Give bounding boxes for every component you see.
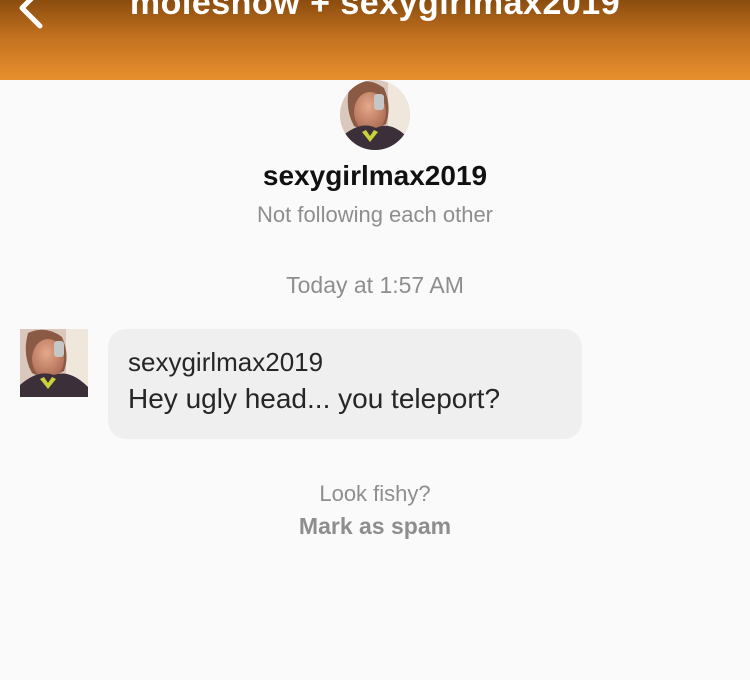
header-title: moleshow + sexygirlmax2019 [129,0,621,22]
spam-prompt: Look fishy? [319,481,431,506]
message-timestamp: Today at 1:57 AM [286,272,464,298]
sender-avatar[interactable] [20,329,88,397]
profile-avatar[interactable] [340,80,410,150]
message-bubble[interactable]: sexygirlmax2019 Hey ugly head... you tel… [108,329,582,439]
profile-username[interactable]: sexygirlmax2019 [0,160,750,192]
follow-status: Not following each other [256,202,494,227]
header-bar: moleshow + sexygirlmax2019 [0,0,750,80]
message-text: Hey ugly head... you teleport? [128,383,501,414]
message-sender: sexygirlmax2019 [128,347,324,377]
direct-message-screen: moleshow + sexygirlmax2019 sexygirlmax20… [0,0,750,680]
mark-as-spam-button[interactable]: Mark as spam [0,513,750,540]
